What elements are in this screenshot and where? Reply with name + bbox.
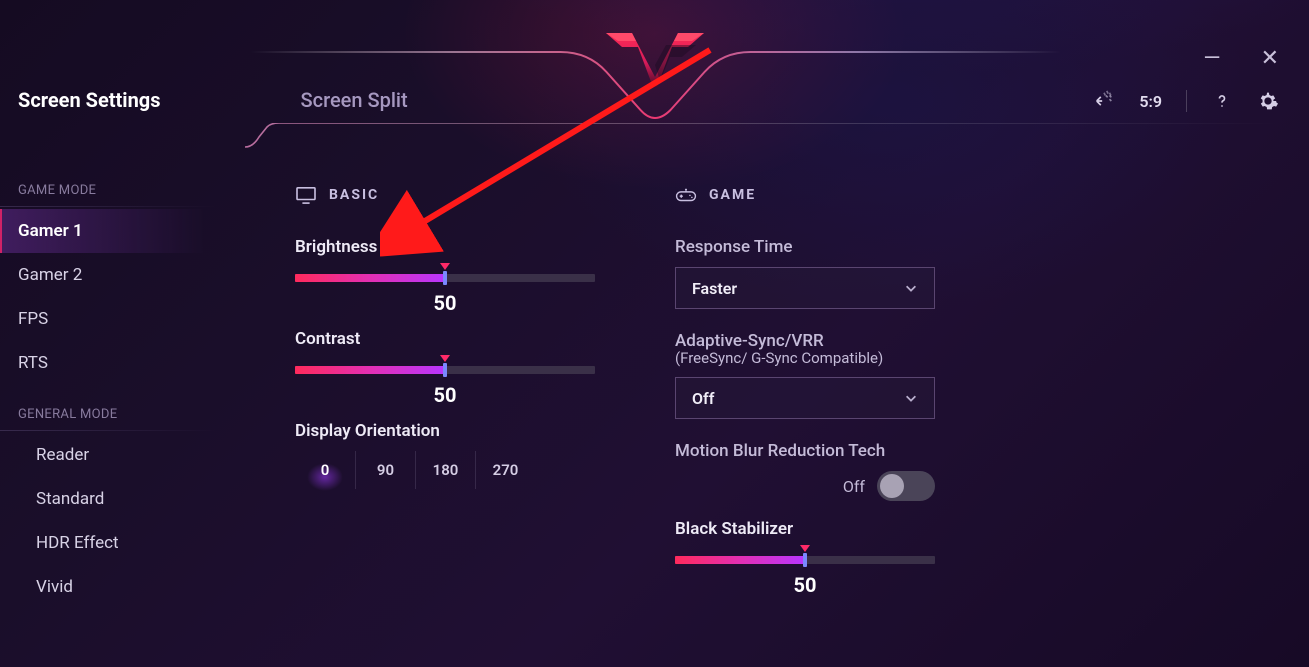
black-stabilizer-value: 50 xyxy=(675,573,935,597)
adaptive-sync-label: Adaptive-Sync/VRR xyxy=(675,331,975,351)
brand-logo xyxy=(600,15,710,114)
gear-icon[interactable] xyxy=(1257,90,1279,112)
sidebar-item-rts[interactable]: RTS xyxy=(0,341,240,385)
orientation-option-180[interactable]: 180 xyxy=(415,451,475,489)
divider xyxy=(0,430,240,431)
sidebar-item-reader[interactable]: Reader xyxy=(0,433,240,477)
sidebar-item-vivid[interactable]: Vivid xyxy=(0,565,240,609)
orientation-option-270[interactable]: 270 xyxy=(475,451,535,489)
sidebar-item-gamer1[interactable]: Gamer 1 xyxy=(0,209,240,253)
divider xyxy=(0,206,240,207)
motion-blur-toggle[interactable] xyxy=(877,471,935,501)
response-time-label: Response Time xyxy=(675,237,975,257)
contrast-slider[interactable] xyxy=(295,359,595,375)
game-section: GAME Response Time Faster Adaptive-Sync/… xyxy=(675,185,975,647)
adaptive-sync-sublabel: (FreeSync/ G-Sync Compatible) xyxy=(675,349,975,367)
black-stabilizer-slider[interactable] xyxy=(675,549,935,565)
close-button[interactable]: ✕ xyxy=(1261,48,1279,70)
sidebar-item-hdr-effect[interactable]: HDR Effect xyxy=(0,521,240,565)
sidebar-item-standard[interactable]: Standard xyxy=(0,477,240,521)
adaptive-sync-selected: Off xyxy=(692,389,714,408)
adaptive-sync-select[interactable]: Off xyxy=(675,377,935,419)
sidebar-heading-game-mode: GAME MODE xyxy=(0,175,240,204)
tab-screen-split[interactable]: Screen Split xyxy=(301,88,408,122)
game-section-label: GAME xyxy=(709,187,756,203)
brightness-slider[interactable] xyxy=(295,267,595,283)
motion-blur-label: Motion Blur Reduction Tech xyxy=(675,441,975,461)
basic-section-label: BASIC xyxy=(329,187,379,203)
crosshair-icon[interactable] xyxy=(1093,90,1115,112)
sidebar-item-gamer2[interactable]: Gamer 2 xyxy=(0,253,240,297)
monitor-icon xyxy=(295,185,317,205)
motion-blur-state-label: Off xyxy=(843,477,865,496)
chevron-down-icon xyxy=(904,281,918,295)
help-icon[interactable] xyxy=(1211,90,1233,112)
toolbar-separator xyxy=(1186,90,1187,112)
response-time-selected: Faster xyxy=(692,279,737,298)
aspect-ratio-button[interactable]: 5:9 xyxy=(1139,92,1162,111)
basic-section: BASIC Brightness 50 Contrast 50 Display … xyxy=(295,185,595,647)
orientation-option-0[interactable]: 0 xyxy=(295,451,355,489)
orientation-option-90[interactable]: 90 xyxy=(355,451,415,489)
brightness-label: Brightness xyxy=(295,237,595,257)
contrast-label: Contrast xyxy=(295,329,595,349)
tab-underline xyxy=(245,123,1285,149)
sidebar-item-fps[interactable]: FPS xyxy=(0,297,240,341)
chevron-down-icon xyxy=(904,391,918,405)
gamepad-icon xyxy=(675,185,697,205)
display-orientation-label: Display Orientation xyxy=(295,421,595,441)
contrast-value: 50 xyxy=(295,383,595,407)
sidebar-heading-general-mode: GENERAL MODE xyxy=(0,399,240,428)
minimize-button[interactable]: — xyxy=(1203,48,1220,70)
brightness-value: 50 xyxy=(295,291,595,315)
response-time-select[interactable]: Faster xyxy=(675,267,935,309)
black-stabilizer-label: Black Stabilizer xyxy=(675,519,975,539)
sidebar: GAME MODE Gamer 1 Gamer 2 FPS RTS GENERA… xyxy=(0,175,240,609)
tab-screen-settings[interactable]: Screen Settings xyxy=(18,88,161,122)
display-orientation-segmented: 0 90 180 270 xyxy=(295,451,595,489)
